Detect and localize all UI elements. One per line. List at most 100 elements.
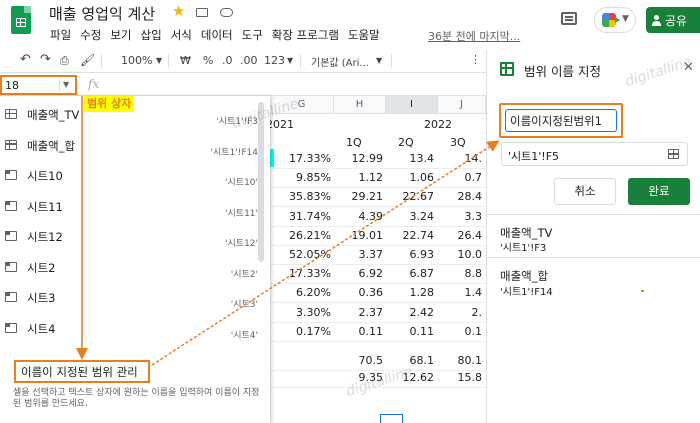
grid-cell[interactable]: 6.93	[410, 248, 435, 261]
grid-cell[interactable]: 1.12	[359, 171, 384, 184]
grid-cell[interactable]: 2.	[472, 306, 483, 319]
redo-icon[interactable]: ↷	[40, 52, 51, 67]
grid-cell[interactable]: 2.42	[410, 306, 435, 319]
name-box[interactable]: 18 ▼	[0, 75, 77, 95]
grid-cell[interactable]: 12.99	[352, 152, 384, 165]
meet-button[interactable]: ▼	[594, 7, 636, 33]
folder-icon[interactable]	[196, 8, 208, 17]
grid-cell[interactable]: 8.8	[465, 267, 483, 280]
grid-cell[interactable]: 26.21%	[289, 229, 331, 242]
grid-cell[interactable]: 6.20%	[296, 286, 331, 299]
document-title[interactable]: 매출 영업익 계산	[49, 3, 155, 24]
grid-cell[interactable]: 6.92	[359, 267, 384, 280]
grid-cell[interactable]: 3.3	[465, 210, 483, 223]
dropdown-item[interactable]: 시트11 '시트11'	[0, 192, 262, 222]
column-header-j[interactable]: J	[438, 96, 486, 114]
menu-format[interactable]: 서식	[168, 27, 198, 43]
grid-cell[interactable]: 35.83%	[289, 190, 331, 203]
quarter-cell[interactable]: 2Q	[398, 136, 414, 149]
grid-cell[interactable]: 13.4	[410, 152, 435, 165]
undo-icon[interactable]: ↶	[20, 52, 31, 67]
menu-edit[interactable]: 수정	[77, 27, 107, 43]
menu-help[interactable]: 도움말	[345, 27, 386, 43]
grid-cell[interactable]: 29.21	[352, 190, 384, 203]
font-select[interactable]: 기본값 (Ari...	[311, 54, 369, 69]
grid-cell[interactable]: 0.1	[465, 325, 483, 338]
grid-cell[interactable]: 15.8	[458, 371, 483, 384]
grid-cell[interactable]: 80.1	[458, 354, 483, 367]
column-header-i[interactable]: I	[386, 96, 438, 114]
grid-cell[interactable]: 9.85%	[296, 171, 331, 184]
year-cell[interactable]: 2022	[424, 118, 452, 131]
grid-cell[interactable]: 3.24	[410, 210, 435, 223]
chevron-down-icon[interactable]: ▼	[63, 80, 69, 89]
grid-cell[interactable]: 1.4	[465, 286, 483, 299]
range-name-input[interactable]: 이름이지정된범위1	[505, 109, 617, 132]
grid-cell[interactable]: 17.33%	[289, 267, 331, 280]
cloud-status-icon[interactable]	[220, 8, 233, 17]
grid-cell[interactable]: 17.33%	[289, 152, 331, 165]
dropdown-item[interactable]: 시트10 '시트10'	[0, 161, 262, 191]
grid-cell[interactable]: 6.87	[410, 267, 435, 280]
grid-cell[interactable]: 0.7	[465, 171, 483, 184]
grid-cell[interactable]: 1.06	[410, 171, 435, 184]
comment-history-icon[interactable]	[561, 12, 577, 25]
grid-cell[interactable]: 0.11	[359, 325, 384, 338]
menu-insert[interactable]: 삽입	[138, 27, 168, 43]
more-options-icon[interactable]: ⋮	[470, 53, 481, 66]
grid-cell[interactable]: 28.4	[458, 190, 483, 203]
grid-cell[interactable]: 14.	[465, 152, 483, 165]
print-icon[interactable]: ⎙	[60, 54, 69, 68]
grid-cell[interactable]: 22.67	[403, 190, 435, 203]
menu-view[interactable]: 보기	[107, 27, 137, 43]
grid-cell[interactable]: 4.39	[359, 210, 384, 223]
dropdown-item[interactable]: 시트12 '시트12'	[0, 222, 262, 252]
menu-data[interactable]: 데이터	[198, 27, 239, 43]
quarter-cell[interactable]: 1Q	[346, 136, 362, 149]
sheets-logo-icon[interactable]	[11, 6, 31, 34]
grid-cell[interactable]: 0.36	[359, 286, 384, 299]
grid-cell[interactable]: 10.0	[458, 248, 483, 261]
grid-cell[interactable]: 3.30%	[296, 306, 331, 319]
share-button[interactable]: 공유	[646, 7, 700, 33]
grid-cell[interactable]: 70.5	[359, 354, 384, 367]
dropdown-item[interactable]: 매출액_합 '시트1'!F14	[0, 131, 262, 161]
grid-cell[interactable]: 3.37	[359, 248, 384, 261]
zoom-select[interactable]: 100%	[121, 54, 152, 67]
star-icon[interactable]: ★	[172, 2, 185, 20]
dropdown-scrollbar[interactable]	[258, 102, 264, 262]
column-header-h[interactable]: H	[334, 96, 386, 114]
menu-tools[interactable]: 도구	[239, 27, 269, 43]
selected-cell[interactable]	[380, 414, 403, 423]
number-format-button[interactable]: 123	[264, 54, 285, 67]
quarter-cell[interactable]: 3Q	[450, 136, 466, 149]
dropdown-item[interactable]: 시트2 '시트2'	[0, 253, 262, 283]
last-edit-link[interactable]: 36분 전에 마지막...	[428, 28, 520, 44]
dropdown-item[interactable]: 시트4 '시트4'	[0, 314, 262, 344]
done-button[interactable]: 완료	[628, 178, 690, 205]
manage-named-ranges-button[interactable]: 이름이 지정된 범위 관리	[14, 360, 150, 383]
grid-cell[interactable]: 0.17%	[296, 325, 331, 338]
grid-cell[interactable]: 1.28	[410, 286, 435, 299]
currency-format-button[interactable]: ₩	[180, 54, 191, 67]
grid-cell[interactable]: 26.4	[458, 229, 483, 242]
grid-cell[interactable]: 2.37	[359, 306, 384, 319]
named-range-item-name[interactable]: 매출액_합	[500, 268, 548, 284]
dropdown-item[interactable]: 시트3 '시트3'	[0, 283, 262, 313]
grid-cell[interactable]: 31.74%	[289, 210, 331, 223]
decrease-decimal-button[interactable]: .0	[222, 54, 233, 67]
grid-cell[interactable]: 52.05%	[289, 248, 331, 261]
cancel-button[interactable]: 취소	[554, 178, 616, 205]
increase-decimal-button[interactable]: .00	[240, 54, 258, 67]
grid-cell[interactable]: 22.74	[403, 229, 435, 242]
percent-format-button[interactable]: %	[203, 54, 213, 67]
select-range-icon[interactable]	[668, 149, 679, 159]
paint-format-icon[interactable]: 🖌	[80, 53, 95, 67]
menu-extensions[interactable]: 확장 프로그램	[269, 27, 345, 43]
name-box-value[interactable]: 18	[5, 79, 19, 92]
range-reference-input[interactable]: '시트1'!F5	[501, 142, 688, 166]
grid-cell[interactable]: 68.1	[410, 354, 435, 367]
grid-cell[interactable]: 19.01	[352, 229, 384, 242]
grid-cell[interactable]: 0.11	[410, 325, 435, 338]
menu-file[interactable]: 파일	[47, 27, 77, 43]
